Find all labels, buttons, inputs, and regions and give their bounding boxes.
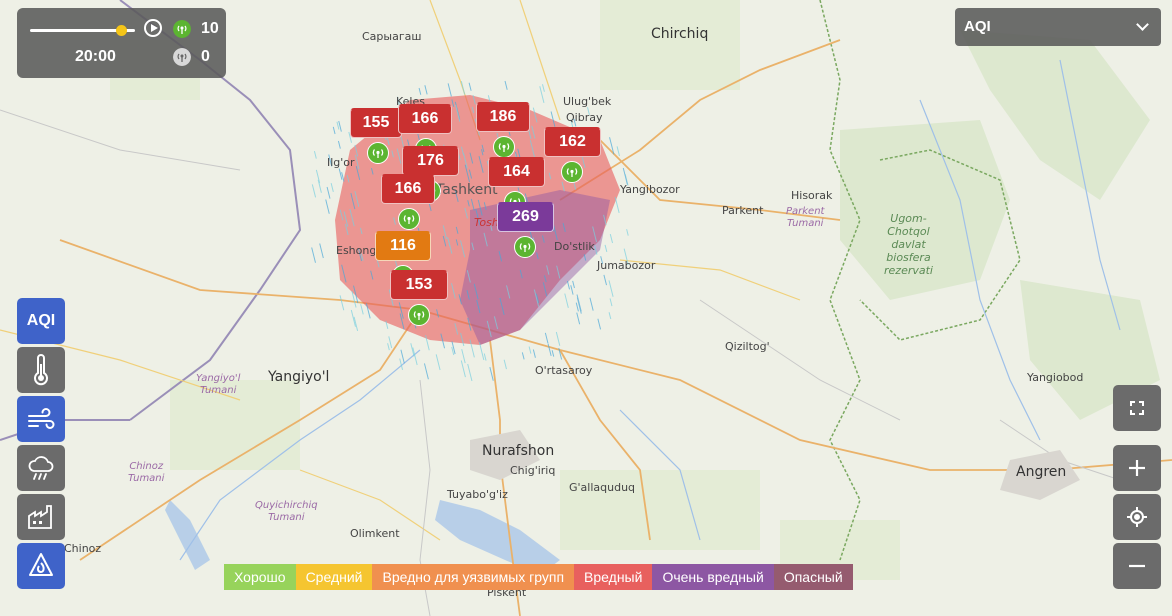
station-aqi-label[interactable]: 164 bbox=[488, 157, 545, 187]
layer-button-fire[interactable] bbox=[17, 543, 65, 589]
station-aqi-label[interactable]: 166 bbox=[398, 104, 452, 134]
offline-sensors-count: 0 bbox=[201, 48, 210, 65]
layer-button-temperature[interactable] bbox=[17, 347, 65, 393]
station-pin[interactable] bbox=[367, 142, 389, 164]
place-label: Quyichirchiq Tumani bbox=[255, 500, 318, 523]
place-label: Parkent Tumani bbox=[786, 206, 825, 229]
legend-item: Средний bbox=[295, 564, 373, 590]
place-label: Hisorak bbox=[791, 189, 833, 202]
legend-item: Вредно для уязвимых групп bbox=[372, 564, 575, 590]
online-sensors-icon bbox=[173, 20, 191, 38]
station-pin[interactable] bbox=[514, 236, 536, 258]
station-aqi-label[interactable]: 153 bbox=[390, 270, 448, 300]
fullscreen-button[interactable] bbox=[1113, 385, 1161, 431]
locate-button[interactable] bbox=[1113, 494, 1161, 540]
place-label: Chirchiq bbox=[651, 26, 709, 42]
place-label: Qiziltog' bbox=[725, 340, 770, 353]
place-label: G'allaquduq bbox=[569, 481, 636, 494]
offline-sensors-icon bbox=[173, 48, 191, 66]
aqi-label: AQI bbox=[26, 312, 56, 329]
place-label: Nurafshon bbox=[482, 443, 555, 459]
zoom-in-button[interactable] bbox=[1113, 445, 1161, 491]
place-label: Сарыагаш bbox=[362, 30, 422, 43]
station-aqi-label[interactable]: 186 bbox=[476, 102, 530, 132]
current-time: 20:00 bbox=[75, 48, 116, 65]
place-label: Yangiyo'l bbox=[268, 369, 330, 385]
sensor-icon bbox=[372, 149, 384, 158]
place-label: Olimkent bbox=[350, 527, 400, 540]
station-aqi-label[interactable]: 116 bbox=[375, 231, 431, 261]
chevron-down-icon bbox=[1136, 18, 1149, 31]
thermometer-icon bbox=[34, 354, 48, 386]
zoom-out-button[interactable] bbox=[1113, 543, 1161, 589]
factory-icon bbox=[28, 505, 52, 529]
place-label: Qibray bbox=[566, 111, 603, 124]
sensor-icon bbox=[413, 311, 425, 320]
legend-item: Вредный bbox=[574, 564, 653, 590]
sensor-icon bbox=[403, 215, 415, 224]
minus-icon bbox=[1129, 564, 1145, 568]
place-label: Chig'iriq bbox=[510, 464, 556, 477]
sensor-icon bbox=[498, 143, 510, 152]
place-label: Yangibozor bbox=[620, 183, 680, 196]
station-aqi-label[interactable]: 269 bbox=[497, 202, 554, 232]
layer-select[interactable]: AQI bbox=[955, 8, 1161, 46]
place-label: Yangiyo'l Tumani bbox=[196, 373, 241, 396]
play-button[interactable] bbox=[144, 19, 162, 37]
rain-cloud-icon bbox=[28, 456, 54, 480]
online-sensors-count: 10 bbox=[201, 20, 219, 37]
map-canvas[interactable] bbox=[0, 0, 1172, 616]
station-pin[interactable] bbox=[408, 304, 430, 326]
place-label: Ugom- Chotqol davlat biosfera rezervati bbox=[884, 212, 933, 277]
place-label: Chinoz Tumani bbox=[128, 461, 165, 484]
wind-icon bbox=[28, 408, 55, 429]
place-label: Jumabozor bbox=[597, 259, 656, 272]
place-label: Do'stlik bbox=[554, 240, 595, 253]
aqi-legend: Хорошо Средний Вредно для уязвимых групп… bbox=[224, 564, 853, 590]
fire-icon bbox=[29, 553, 53, 576]
place-label: Eshong bbox=[336, 244, 377, 257]
plus-icon bbox=[1129, 460, 1145, 476]
place-label: Yangiobod bbox=[1027, 371, 1084, 384]
station-aqi-label[interactable]: 162 bbox=[544, 127, 601, 157]
legend-item: Хорошо bbox=[224, 564, 296, 590]
time-slider-thumb[interactable] bbox=[115, 25, 127, 36]
crosshair-icon bbox=[1127, 507, 1147, 527]
timeline-panel: 20:00 10 0 bbox=[17, 8, 226, 78]
layer-button-aqi[interactable]: AQI bbox=[17, 298, 65, 344]
sensor-icon bbox=[566, 168, 578, 177]
place-label: O'rtasaroy bbox=[535, 364, 593, 377]
fullscreen-icon bbox=[1130, 401, 1144, 415]
place-label: Ulug'bek bbox=[563, 95, 612, 108]
sensor-icon bbox=[519, 243, 531, 252]
station-pin[interactable] bbox=[561, 161, 583, 183]
place-label: Angren bbox=[1016, 464, 1067, 480]
station-aqi-label[interactable]: 166 bbox=[381, 174, 435, 204]
layer-button-industry[interactable] bbox=[17, 494, 65, 540]
place-label: Tosh bbox=[474, 216, 499, 229]
station-pin[interactable] bbox=[493, 136, 515, 158]
layer-button-precipitation[interactable] bbox=[17, 445, 65, 491]
place-label: Ilg'or bbox=[327, 156, 355, 169]
place-label: Parkent bbox=[722, 204, 764, 217]
legend-item: Очень вредный bbox=[652, 564, 774, 590]
legend-item: Опасный bbox=[773, 564, 853, 590]
layer-button-wind[interactable] bbox=[17, 396, 65, 442]
station-pin[interactable] bbox=[398, 208, 420, 230]
place-label: Chinoz bbox=[64, 542, 102, 555]
layer-select-value: AQI bbox=[964, 18, 991, 35]
place-label: Tuyabo'g'iz bbox=[447, 488, 508, 501]
station-aqi-label[interactable]: 155 bbox=[350, 108, 402, 138]
station-aqi-label[interactable]: 176 bbox=[402, 146, 459, 176]
